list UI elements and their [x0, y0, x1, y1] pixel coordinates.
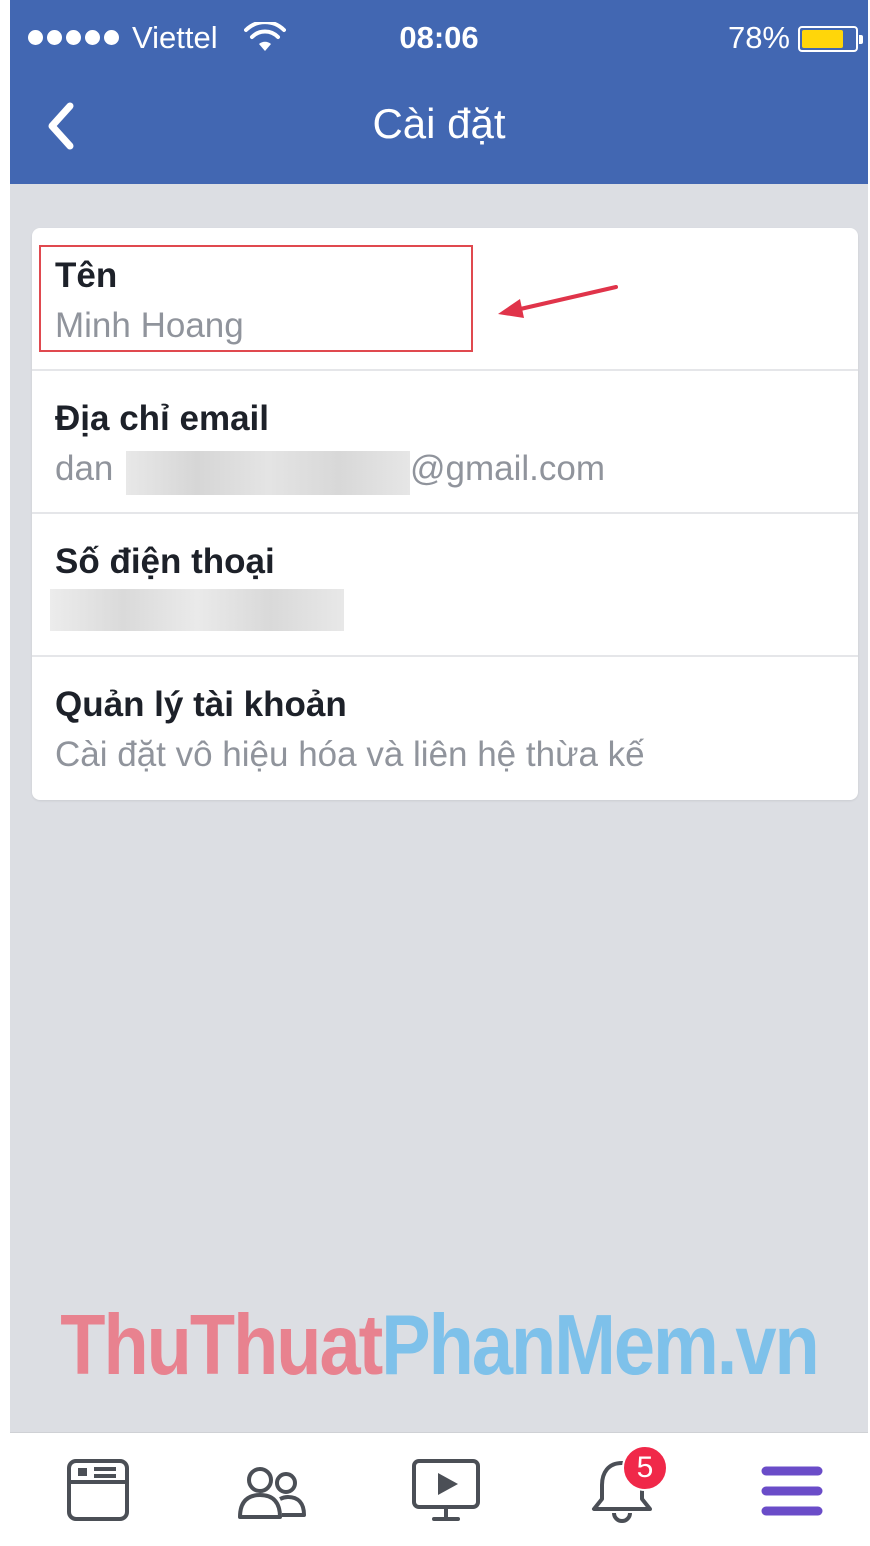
annotation-arrow-icon	[498, 285, 618, 318]
settings-row-email[interactable]: Địa chỉ email dan @gmail.com	[32, 371, 858, 514]
tab-news-feed[interactable]	[60, 1453, 136, 1529]
friends-icon	[238, 1467, 306, 1519]
app-screen: Viettel 08:06 78% Cài đặt Tên Minh Hoang…	[10, 0, 868, 1546]
notification-badge: 5	[622, 1445, 668, 1491]
account-label: Quản lý tài khoản	[55, 685, 347, 724]
tab-menu[interactable]	[754, 1453, 830, 1529]
battery-icon	[798, 26, 863, 52]
video-icon	[412, 1459, 480, 1521]
watermark-part1: ThuThuat	[60, 1296, 383, 1393]
settings-row-phone[interactable]: Số điện thoại	[32, 514, 858, 657]
email-redacted	[126, 451, 410, 495]
battery-percent: 78%	[727, 20, 790, 55]
phone-redacted	[50, 589, 344, 631]
tab-video[interactable]	[408, 1453, 484, 1529]
app-header: Viettel 08:06 78% Cài đặt	[10, 0, 868, 184]
settings-row-account[interactable]: Quản lý tài khoản Cài đặt vô hiệu hóa và…	[32, 657, 858, 800]
news-feed-icon	[67, 1459, 129, 1521]
page-title: Cài đặt	[372, 100, 506, 147]
watermark: ThuThuatPhanMem.vn	[10, 1296, 868, 1394]
settings-card: Tên Minh Hoang Địa chỉ email dan @gmail.…	[32, 228, 858, 800]
settings-row-name[interactable]: Tên Minh Hoang	[32, 228, 858, 371]
tab-notifications[interactable]: 5	[584, 1445, 668, 1529]
email-value-suffix: @gmail.com	[410, 449, 606, 488]
name-label: Tên	[55, 256, 118, 295]
bottom-tab-bar: 5	[10, 1432, 868, 1546]
account-value: Cài đặt vô hiệu hóa và liên hệ thừa kế	[55, 735, 645, 774]
email-value-prefix: dan	[55, 449, 114, 488]
name-value: Minh Hoang	[55, 306, 244, 345]
phone-label: Số điện thoại	[55, 542, 275, 581]
menu-icon	[761, 1466, 823, 1516]
status-bar: Viettel 08:06 78%	[10, 0, 868, 78]
email-label: Địa chỉ email	[55, 399, 269, 438]
watermark-part2: PhanMem.vn	[381, 1296, 819, 1393]
tab-friends[interactable]	[234, 1453, 310, 1529]
